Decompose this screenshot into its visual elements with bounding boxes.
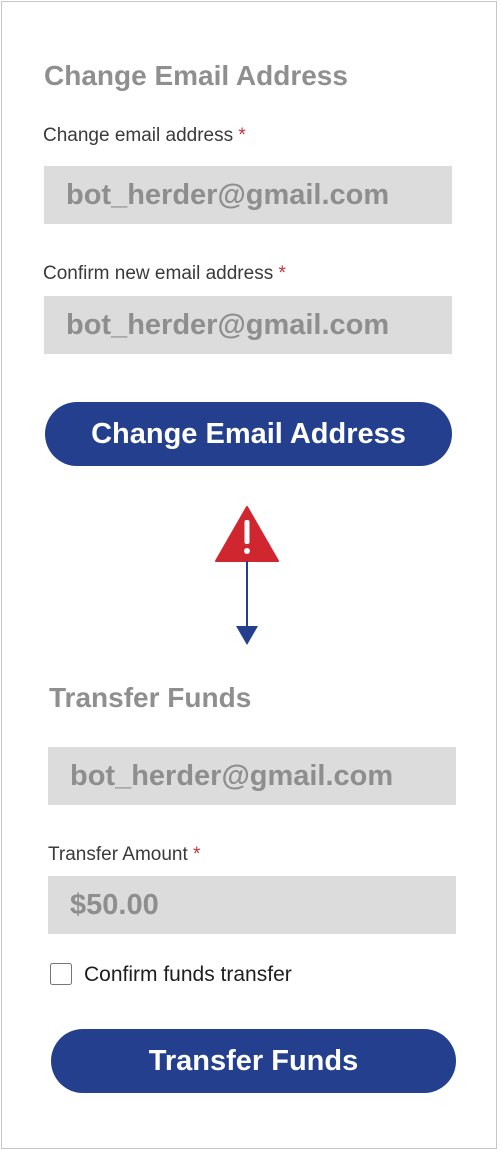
transfer-amount-input[interactable] bbox=[48, 876, 456, 934]
transfer-title: Transfer Funds bbox=[49, 682, 252, 713]
transfer-amount-label: Transfer Amount * bbox=[48, 843, 200, 867]
confirm-transfer-label: Confirm funds transfer bbox=[84, 963, 292, 986]
transfer-amount-label-text: Transfer Amount bbox=[48, 844, 188, 865]
required-marker: * bbox=[193, 844, 201, 865]
confirm-transfer-checkbox[interactable] bbox=[50, 963, 72, 985]
transfer-email-input[interactable] bbox=[48, 747, 456, 805]
transfer-funds-button[interactable]: Transfer Funds bbox=[51, 1029, 456, 1093]
warning-icon bbox=[215, 506, 279, 562]
arrow-down-icon bbox=[236, 561, 258, 645]
